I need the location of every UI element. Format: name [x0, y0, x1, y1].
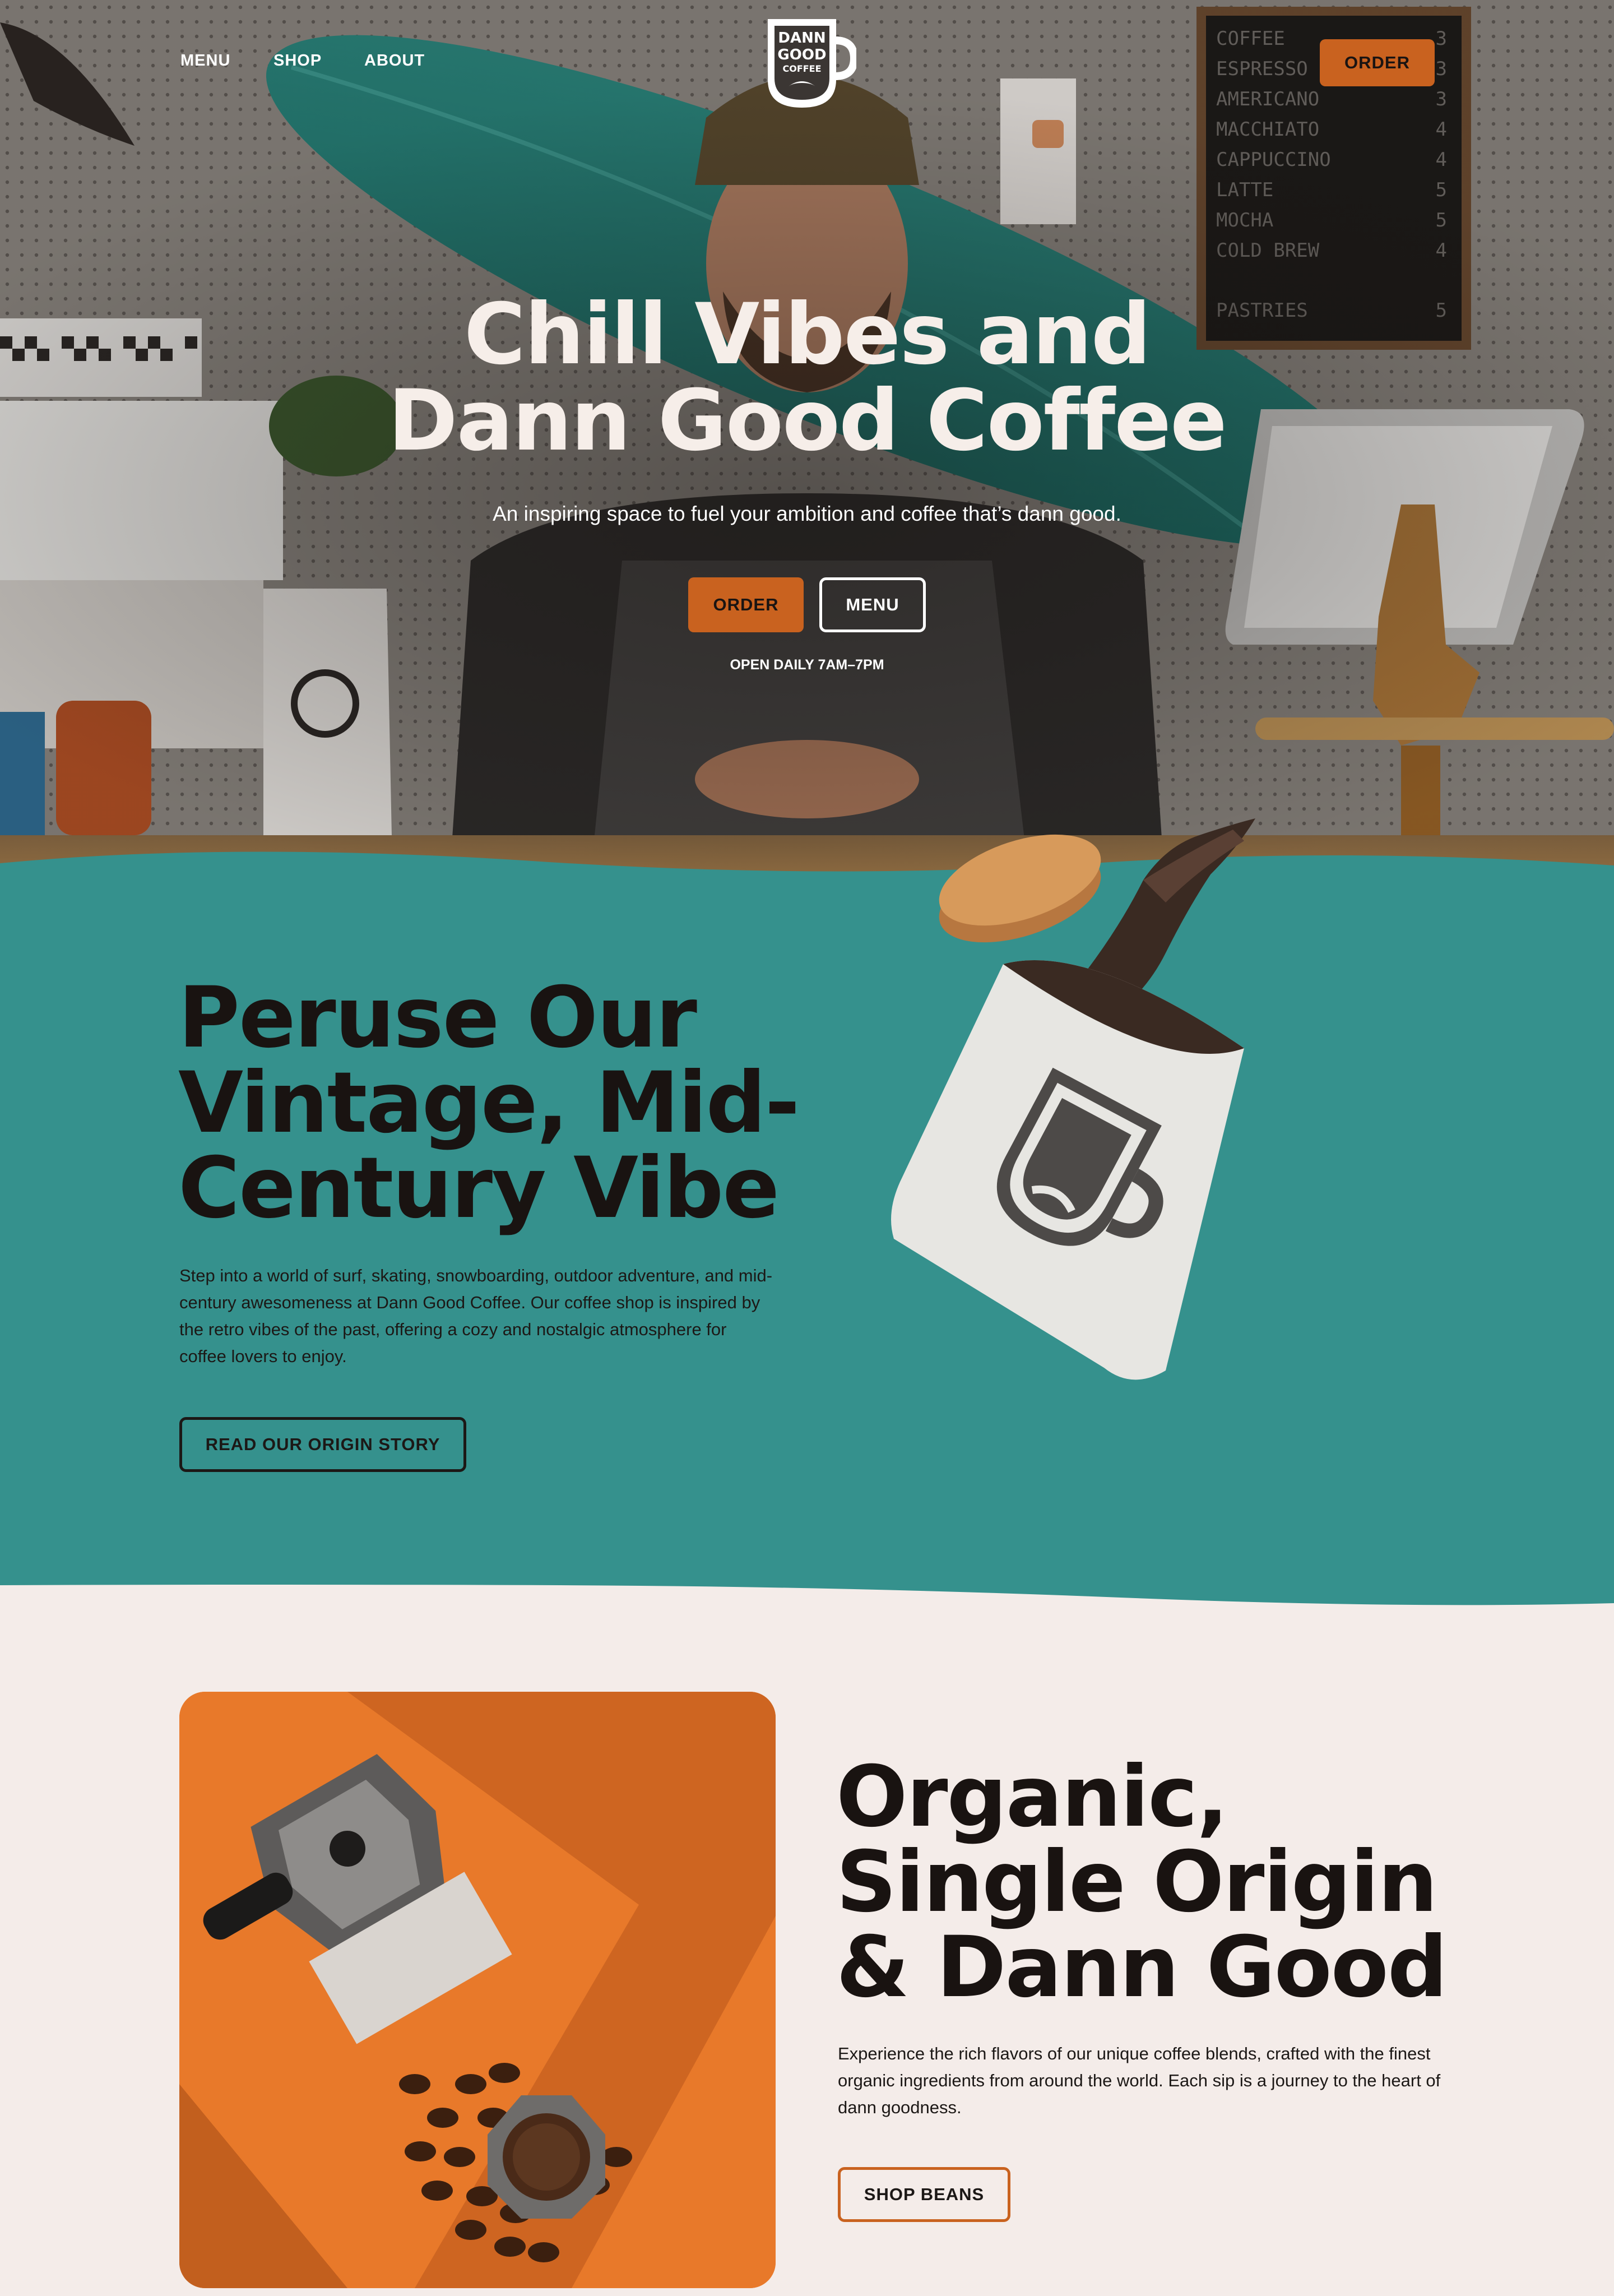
read-origin-story-button[interactable]: READ OUR ORIGIN STORY [179, 1417, 466, 1472]
hero-section: COFFEE3ESPRESSO3AMERICANO3MACCHIATO4CAPP… [0, 0, 1614, 908]
logo-word-dann: DANN [778, 30, 825, 47]
logo-word-coffee: COFFEE [782, 63, 821, 74]
nav-link-menu[interactable]: MENU [180, 52, 230, 70]
shop-beans-button[interactable]: SHOP BEANS [838, 2167, 1010, 2222]
origin-section-body: Experience the rich flavors of our uniqu… [838, 2044, 1441, 2117]
top-nav: MENU SHOP ABOUT DANN GOOD COFFEE ORDER [0, 0, 1614, 123]
opening-hours: OPEN DAILY 7AM–7PM [730, 657, 884, 673]
nav-order-button[interactable]: ORDER [1320, 39, 1435, 86]
nav-link-about[interactable]: ABOUT [364, 52, 425, 70]
origin-section-title: Organic, Single Origin & Dann Good [836, 1748, 1448, 2016]
hero-subtitle: An inspiring space to fuel your ambition… [493, 502, 1121, 525]
coffee-cup-splash-image [891, 818, 1255, 1380]
hero-order-button[interactable]: ORDER [688, 577, 804, 632]
hero-menu-button[interactable]: MENU [819, 577, 926, 632]
page: COFFEE3ESPRESSO3AMERICANO3MACCHIATO4CAPP… [0, 0, 1614, 2296]
dann-good-coffee-logo[interactable]: DANN GOOD COFFEE [758, 13, 856, 112]
nav-link-shop[interactable]: SHOP [273, 52, 322, 70]
moka-pot-beans-photo [179, 1692, 776, 2288]
hero-title: Chill Vibes and Dann Good Coffee [388, 286, 1227, 470]
vibe-section-body: Step into a world of surf, skating, snow… [179, 1266, 773, 1366]
logo-word-good: GOOD [777, 47, 826, 63]
vibe-section-title: Peruse Our Vintage, Mid- Century Vibe [178, 969, 800, 1237]
